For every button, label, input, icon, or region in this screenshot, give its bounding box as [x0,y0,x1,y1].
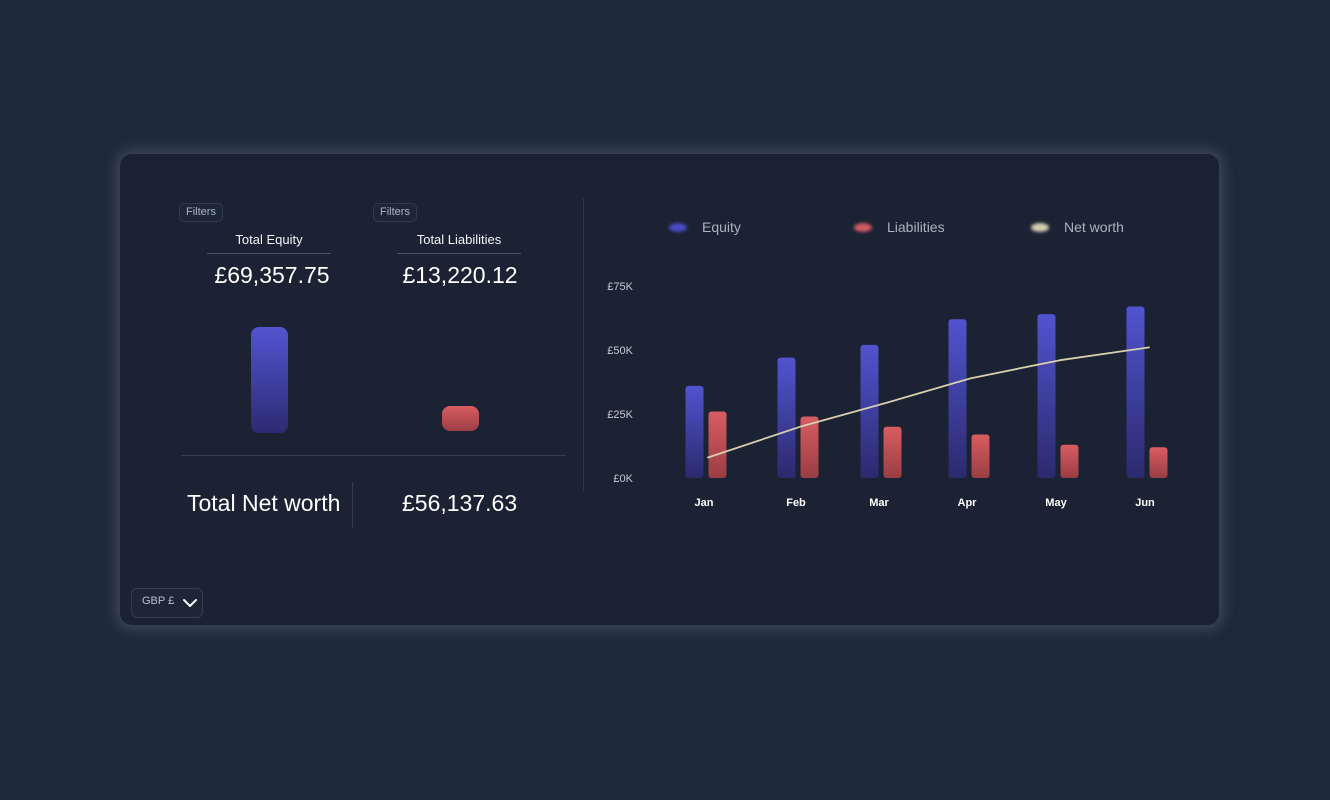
equity-bar [860,344,879,478]
x-tick-label: Jan [695,497,714,509]
currency-select[interactable]: GBP £ [131,588,203,618]
total-networth-value: £56,137.63 [402,490,518,516]
equity-filters-button[interactable]: Filters [179,203,223,222]
equity-bar [1037,314,1056,478]
total-equity-label: Total Equity [207,232,331,254]
total-equity-value: £69,357.75 [214,262,330,288]
liabilities-filters-button[interactable]: Filters [373,203,417,222]
summary-divider [181,455,566,456]
liabilities-total-bar [442,406,479,431]
equity-bar [685,385,704,478]
liabilities-bar [883,426,902,478]
total-liabilities-label: Total Liabilities [397,232,521,254]
y-tick-label: £25K [607,409,633,421]
equity-bar [1126,306,1145,478]
currency-selected-value: GBP £ [142,595,175,607]
liabilities-bar [1060,444,1079,478]
y-tick-label: £0K [613,473,633,485]
liabilities-bar [1149,447,1168,478]
legend-equity-label: Equity [702,219,741,235]
legend-liabilities-label: Liabilities [887,219,945,235]
equity-bar [948,319,967,478]
y-tick-label: £50K [607,345,633,357]
x-tick-label: Jun [1135,497,1155,509]
legend-networth-swatch [1031,223,1049,232]
liabilities-bar [708,411,727,478]
x-tick-label: Mar [869,497,889,509]
total-liabilities-value: £13,220.12 [402,262,518,288]
x-tick-label: May [1045,497,1067,509]
x-tick-label: Feb [786,497,806,509]
legend-networth-label: Net worth [1064,219,1124,235]
equity-total-bar [251,327,288,433]
legend-equity-swatch [669,223,687,232]
y-tick-label: £75K [607,281,633,293]
total-networth-label: Total Net worth [187,490,341,516]
net-worth-chart: £0K £25K £50K £75K Jan Feb Mar Apr May Jun [607,281,1168,509]
equity-bar [777,357,796,478]
panel-divider [583,198,584,491]
networth-line [707,346,1150,459]
legend-liabilities-swatch [854,223,872,232]
networth-divider [352,482,353,528]
chevron-down-icon [183,599,197,607]
x-tick-label: Apr [958,497,978,509]
liabilities-bar [971,434,990,478]
